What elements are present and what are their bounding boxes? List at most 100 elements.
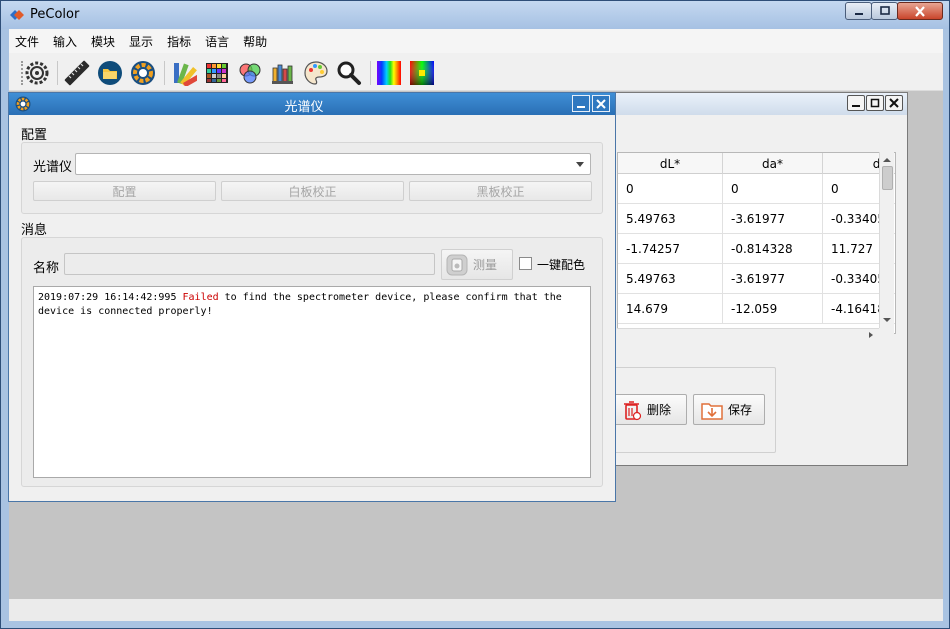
window-controls xyxy=(845,2,943,20)
dialog-controls xyxy=(570,95,610,112)
menu-bar: 文件 输入 模块 显示 指标 语言 帮助 xyxy=(9,29,943,53)
table-vertical-scrollbar[interactable] xyxy=(879,152,894,328)
table-horizontal-scrollbar[interactable] xyxy=(617,328,879,342)
scroll-down-arrow-icon xyxy=(883,318,891,322)
delete-button-label: 删除 xyxy=(647,403,672,417)
data-window-close-button[interactable] xyxy=(885,95,903,111)
scroll-up-arrow-icon xyxy=(883,158,891,162)
spectrum-icon xyxy=(377,61,401,85)
minimize-button[interactable] xyxy=(845,2,872,20)
cell-da: -12.059 xyxy=(723,294,823,324)
pecolor-logo-icon xyxy=(10,10,24,20)
toolbar-dye-button[interactable] xyxy=(269,59,297,87)
toolbar-spectrometer-button[interactable] xyxy=(129,59,157,87)
cell-da: -3.61977 xyxy=(723,204,823,234)
menu-input[interactable]: 输入 xyxy=(53,33,77,50)
menu-file[interactable]: 文件 xyxy=(15,33,39,50)
toolbar-color-fan-button[interactable] xyxy=(170,59,198,87)
toolbar-separator xyxy=(57,61,58,85)
ruler-icon xyxy=(64,60,90,86)
close-button[interactable] xyxy=(897,2,943,20)
open-folder-icon xyxy=(98,61,122,85)
dialog-minimize-button[interactable] xyxy=(572,95,590,112)
toolbar-open-button[interactable] xyxy=(96,59,124,87)
close-icon xyxy=(596,98,606,109)
log-timestamp: 2019:07:29 16:14:42:995 xyxy=(38,292,177,303)
toolbar-ruler-button[interactable] xyxy=(63,59,91,87)
scrollbar-corner xyxy=(879,328,894,342)
table-row[interactable]: 5.49763 -3.61977 -0.334056 xyxy=(618,264,895,294)
minimize-icon xyxy=(854,13,863,15)
toolbar xyxy=(9,53,943,91)
log-status: Failed xyxy=(182,292,219,303)
toolbar-search-button[interactable] xyxy=(335,59,363,87)
color-fan-icon xyxy=(174,63,197,86)
toolbar-rgb-button[interactable] xyxy=(236,59,264,87)
magnifier-icon xyxy=(337,61,361,85)
measure-button[interactable]: 测量 xyxy=(441,249,513,280)
measure-button-label: 测量 xyxy=(473,258,498,272)
save-button-label: 保存 xyxy=(728,403,753,417)
column-header-dl[interactable]: dL* xyxy=(618,153,723,174)
maximize-icon xyxy=(879,6,890,15)
dialog-title-bar[interactable]: 光谱仪 xyxy=(9,93,615,115)
name-label: 名称 xyxy=(33,261,60,276)
color-diff-table: dL* da* db* 0 0 0 5.49763 -3.61977 -0.33… xyxy=(617,152,896,334)
maximize-button[interactable] xyxy=(871,2,898,20)
maximize-icon xyxy=(870,98,880,108)
scroll-right-arrow-icon xyxy=(869,332,873,338)
minimize-icon xyxy=(852,105,860,107)
toolbar-spectrum-button[interactable] xyxy=(375,59,403,87)
table-header: dL* da* db* xyxy=(618,153,895,174)
name-field[interactable] xyxy=(64,253,435,275)
close-icon xyxy=(915,5,925,17)
cell-dl: 5.49763 xyxy=(618,204,723,234)
main-title-bar: PeColor xyxy=(1,1,949,29)
save-button[interactable]: 保存 xyxy=(693,394,765,425)
device-select[interactable] xyxy=(75,153,591,175)
table-row[interactable]: 0 0 0 xyxy=(618,174,895,204)
toolbar-settings-button[interactable] xyxy=(23,59,51,87)
settings-gear-icon xyxy=(25,61,49,85)
toolbar-color-square-button[interactable] xyxy=(408,59,436,87)
white-calibration-button[interactable]: 白板校正 xyxy=(221,181,404,201)
color-square-icon xyxy=(410,61,434,85)
rgb-circles-icon xyxy=(239,63,261,84)
trash-icon xyxy=(624,400,642,420)
dialog-title: 光谱仪 xyxy=(284,100,324,115)
menu-display[interactable]: 显示 xyxy=(129,33,153,50)
cell-dl: 5.49763 xyxy=(618,264,723,294)
menu-help[interactable]: 帮助 xyxy=(243,33,267,50)
toolbar-separator xyxy=(370,61,371,85)
cell-dl: 0 xyxy=(618,174,723,204)
toolbar-palette-button[interactable] xyxy=(302,59,330,87)
cell-da: -3.61977 xyxy=(723,264,823,294)
table-row[interactable]: 5.49763 -3.61977 -0.334056 xyxy=(618,204,895,234)
toolbar-separator xyxy=(164,61,165,85)
spectrometer-dialog: 光谱仪 配置 光谱仪 配置 白板校正 黑板校正 消息 名称 测量 一键配色 20… xyxy=(8,92,616,502)
menu-language[interactable]: 语言 xyxy=(205,33,229,50)
table-row[interactable]: 14.679 -12.059 -4.16418 xyxy=(618,294,895,324)
toolbar-color-grid-button[interactable] xyxy=(203,59,231,87)
config-section-label: 配置 xyxy=(21,128,48,143)
message-log[interactable]: 2019:07:29 16:14:42:995 Failed to find t… xyxy=(33,286,591,478)
data-window-maximize-button[interactable] xyxy=(866,95,884,111)
dye-bottles-icon xyxy=(272,64,293,84)
dialog-close-button[interactable] xyxy=(592,95,610,112)
data-window-minimize-button[interactable] xyxy=(847,95,865,111)
menu-index[interactable]: 指标 xyxy=(167,33,191,50)
black-calibration-button[interactable]: 黑板校正 xyxy=(409,181,592,201)
table-row[interactable]: -1.74257 -0.814328 11.727 xyxy=(618,234,895,264)
data-window-controls xyxy=(846,95,903,111)
cell-dl: -1.74257 xyxy=(618,234,723,264)
one-key-match-checkbox[interactable] xyxy=(519,257,532,270)
menu-module[interactable]: 模块 xyxy=(91,33,115,50)
status-bar xyxy=(9,599,943,621)
cell-da: 0 xyxy=(723,174,823,204)
measure-device-icon xyxy=(446,254,468,275)
config-button[interactable]: 配置 xyxy=(33,181,216,201)
device-label: 光谱仪 xyxy=(33,160,73,175)
column-header-da[interactable]: da* xyxy=(723,153,823,174)
scroll-thumb[interactable] xyxy=(882,166,893,190)
delete-button[interactable]: 删除 xyxy=(614,394,687,425)
